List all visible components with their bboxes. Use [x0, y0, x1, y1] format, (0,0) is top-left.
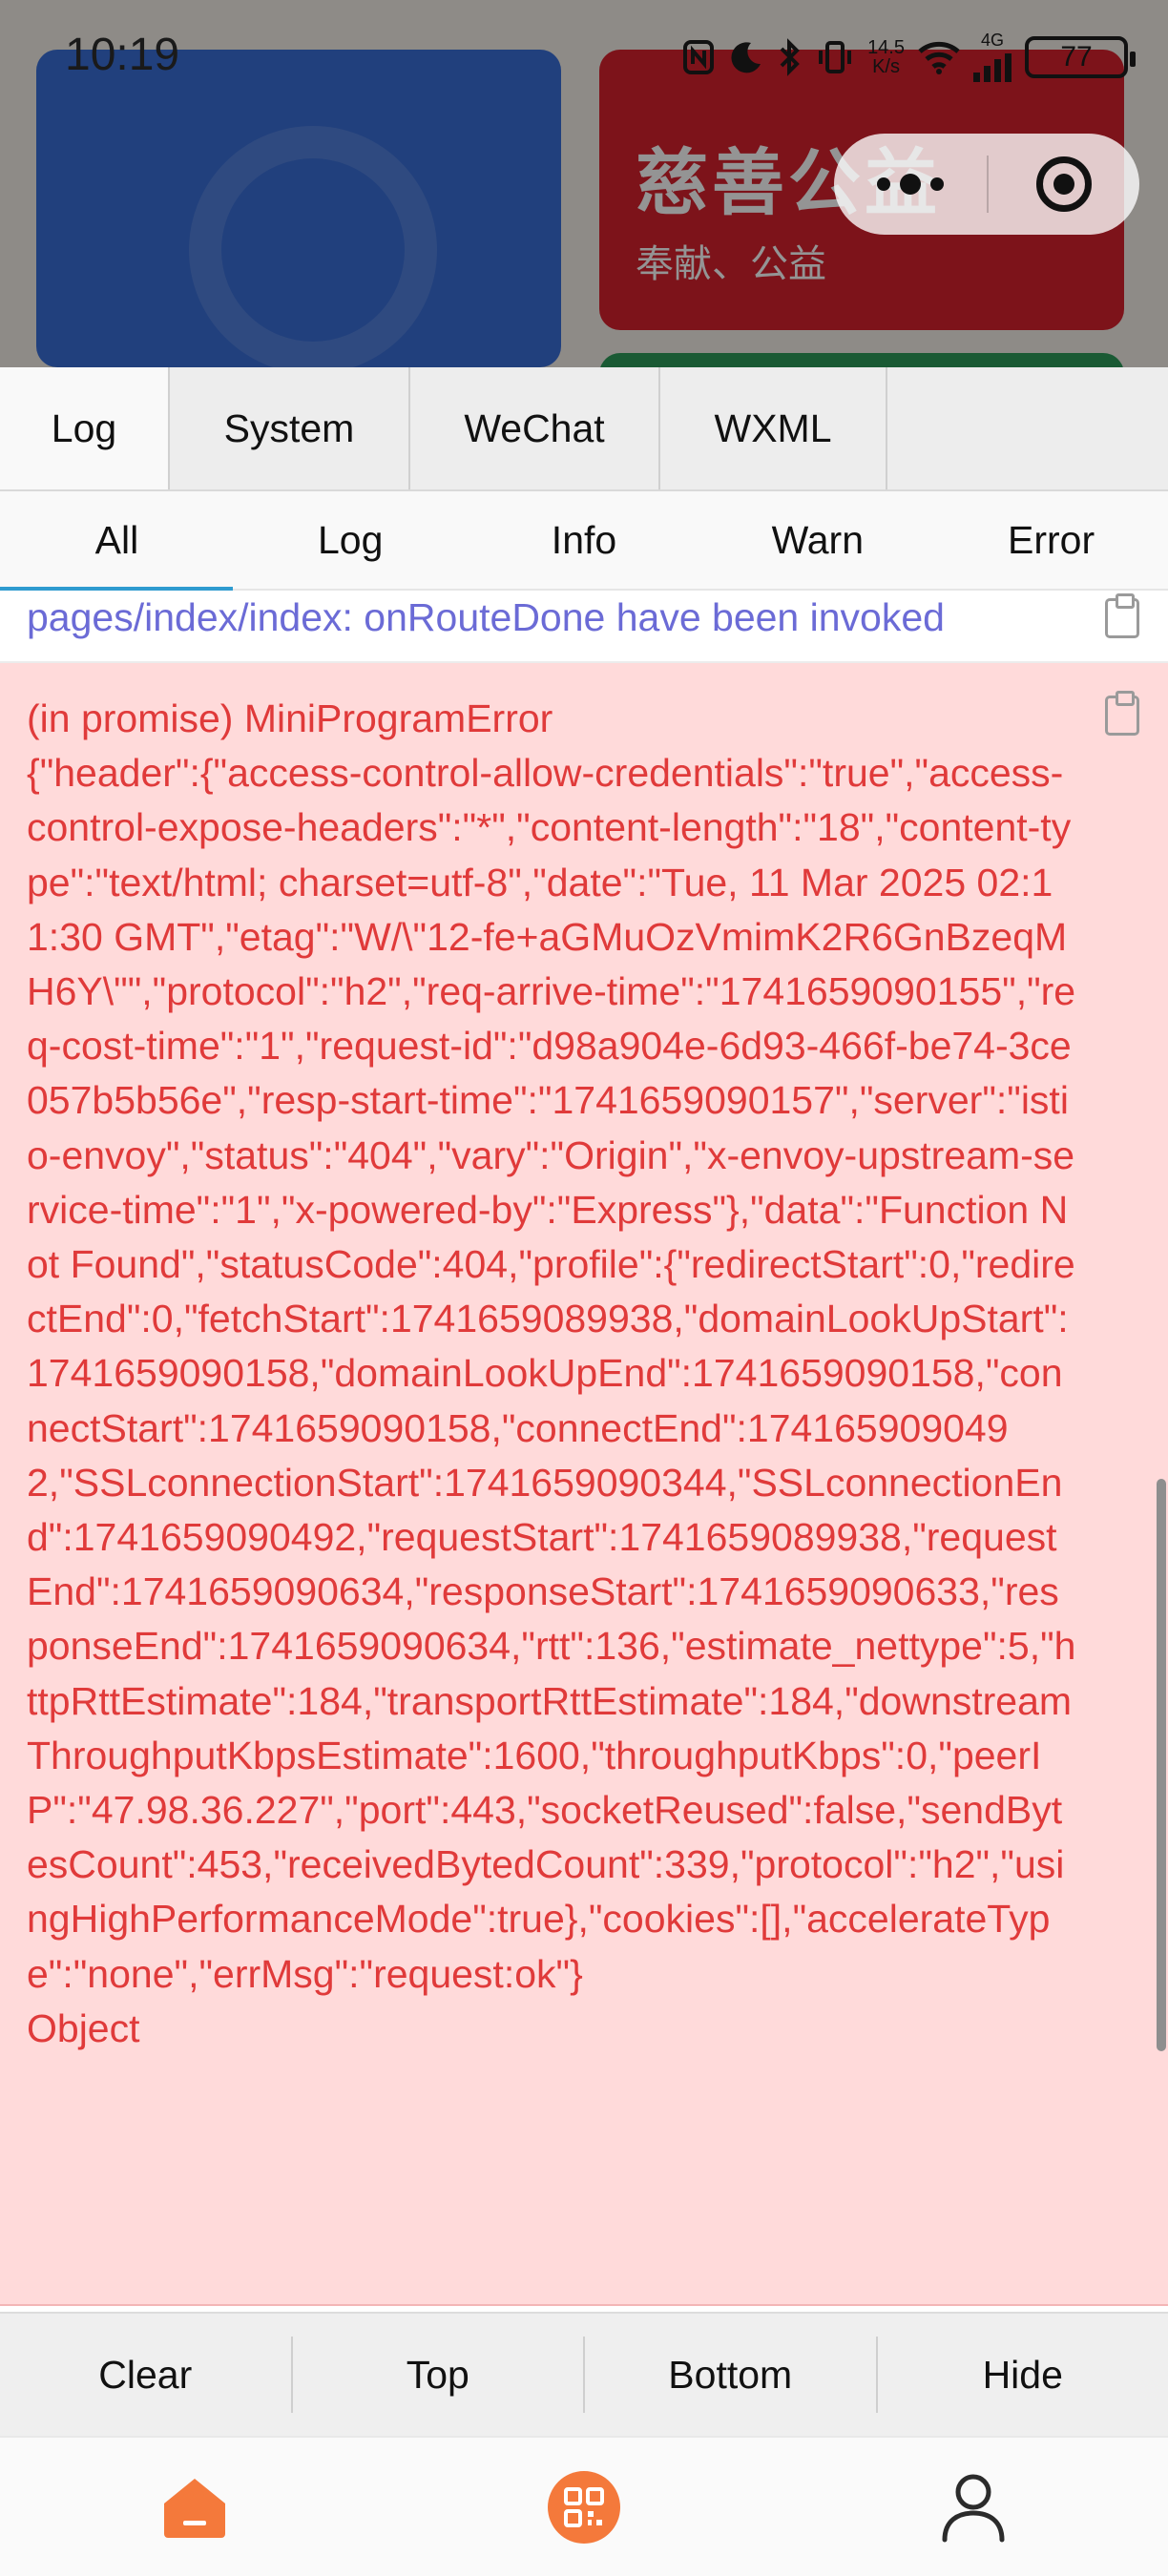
- home-icon: [164, 2478, 225, 2538]
- bluetooth-icon: [780, 38, 800, 76]
- qr-code-icon: [548, 2470, 620, 2544]
- log-entry-error: (in promise) MiniProgramError {"header":…: [0, 663, 1168, 2306]
- filter-info[interactable]: Info: [468, 491, 701, 589]
- filter-error[interactable]: Error: [934, 491, 1168, 589]
- console-toolbar: Clear Top Bottom Hide: [0, 2312, 1168, 2436]
- filter-log[interactable]: Log: [234, 491, 468, 589]
- clear-button[interactable]: Clear: [0, 2337, 293, 2413]
- miniprogram-capsule: [834, 134, 1139, 235]
- vibrate-icon: [819, 41, 852, 73]
- filter-all[interactable]: All: [0, 491, 234, 591]
- hide-button[interactable]: Hide: [878, 2337, 1168, 2413]
- nav-home[interactable]: [137, 2450, 252, 2565]
- battery-level: 77: [1060, 41, 1093, 73]
- net-speed: 14.5 K/s: [867, 37, 905, 77]
- signal-icon: [973, 48, 1012, 82]
- log-message: (in promise) MiniProgramError {"header":…: [27, 696, 1076, 2050]
- network-type: 4G: [980, 31, 1004, 50]
- more-dots-icon[interactable]: [834, 134, 987, 235]
- tab-wxml[interactable]: WXML: [660, 367, 887, 489]
- wifi-icon: [918, 41, 960, 74]
- nav-profile[interactable]: [916, 2450, 1031, 2565]
- tab-wechat[interactable]: WeChat: [410, 367, 660, 489]
- console-filter-tabs: All Log Info Warn Error: [0, 491, 1168, 591]
- scrollbar-thumb[interactable]: [1157, 1479, 1166, 2051]
- nfc-icon: [683, 40, 715, 74]
- bottom-tab-bar: [0, 2436, 1168, 2576]
- copy-icon[interactable]: [1105, 691, 1139, 736]
- tab-system[interactable]: System: [170, 367, 410, 489]
- log-entry-info: pages/index/index: onRouteDone have been…: [0, 592, 1168, 663]
- status-time: 10:19: [65, 30, 180, 80]
- log-list[interactable]: pages/index/index: onRouteDone have been…: [0, 592, 1168, 2306]
- nav-scan[interactable]: [527, 2450, 641, 2565]
- filter-warn[interactable]: Warn: [700, 491, 934, 589]
- target-close-icon[interactable]: [989, 134, 1139, 235]
- log-message: pages/index/index: onRouteDone have been…: [27, 595, 945, 639]
- tab-log[interactable]: Log: [0, 367, 170, 489]
- status-bar: 10:19 14.5 K/s 4G 77: [0, 0, 1168, 105]
- vconsole-panel: Log System WeChat WXML All Log Info Warn…: [0, 367, 1168, 2436]
- bottom-button[interactable]: Bottom: [585, 2337, 878, 2413]
- battery-icon: 77: [1025, 36, 1136, 78]
- user-icon: [942, 2474, 1005, 2542]
- top-button[interactable]: Top: [293, 2337, 585, 2413]
- do-not-disturb-icon: [731, 42, 761, 73]
- console-main-tabs: Log System WeChat WXML: [0, 367, 1168, 491]
- copy-icon[interactable]: [1105, 593, 1139, 638]
